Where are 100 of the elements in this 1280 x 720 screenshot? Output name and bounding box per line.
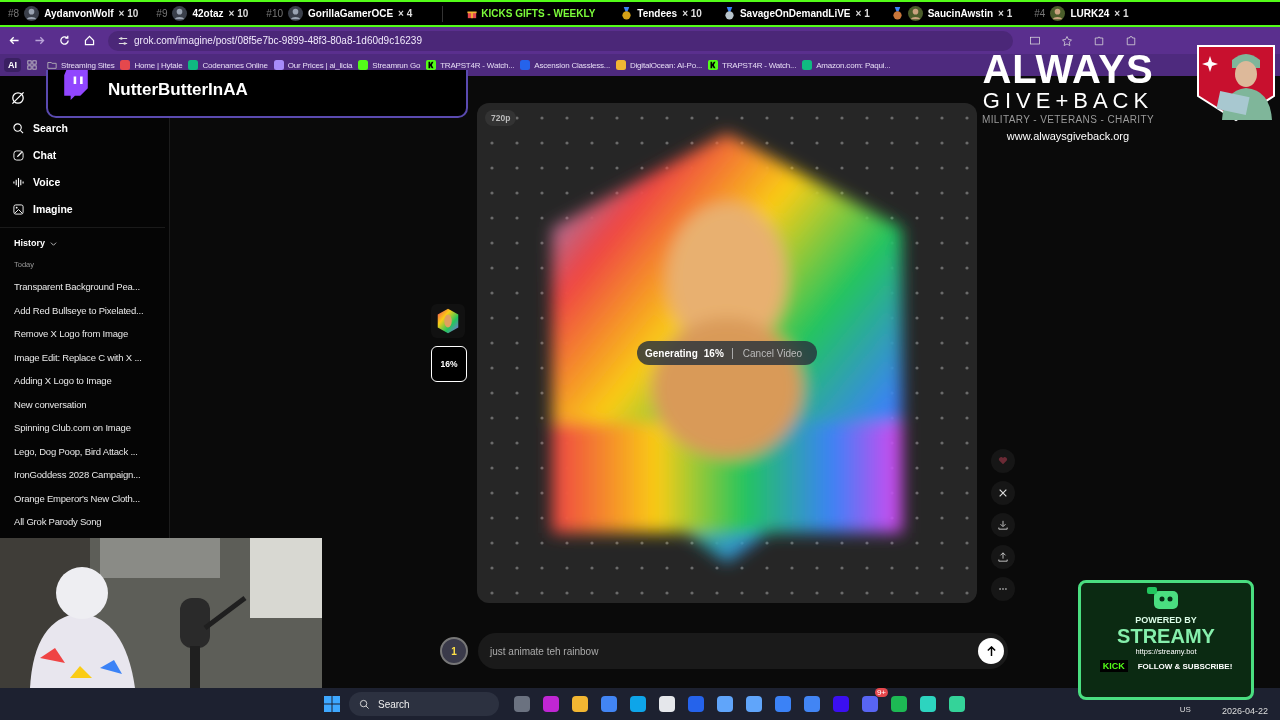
badge-caption: POWERED BY xyxy=(1135,615,1197,625)
bookmark[interactable]: Ascension Classless... xyxy=(520,60,610,70)
medal-icon xyxy=(723,7,735,20)
avatar-icon xyxy=(1050,6,1066,21)
charity-logo-title: ALWAYS xyxy=(982,50,1154,88)
status-label: Generating xyxy=(645,347,698,359)
thumbnail[interactable] xyxy=(431,304,465,338)
history-item[interactable]: Remove X Logo from Image xyxy=(0,322,169,346)
medal-icon xyxy=(891,7,903,20)
favicon-icon xyxy=(273,60,284,70)
star-icon[interactable] xyxy=(1061,34,1073,47)
bookmark[interactable]: Our Prices | ai_licia xyxy=(273,60,353,70)
viewer-name: SaucinAwstin xyxy=(927,8,994,19)
history-item[interactable]: New conversation xyxy=(0,392,169,416)
favicon-icon xyxy=(520,60,531,70)
search-icon xyxy=(13,122,24,134)
charity-tagline: MILITARY - VETERANS - CHARITY xyxy=(981,114,1155,125)
favicon-icon xyxy=(358,60,369,70)
image-icon xyxy=(13,203,24,215)
viewer-name: SavageOnDemandLiVE xyxy=(739,8,851,19)
gift-count: × 1 xyxy=(1114,8,1129,19)
share-button[interactable] xyxy=(991,545,1015,569)
nav-item[interactable]: Imagine xyxy=(13,201,169,217)
x-icon xyxy=(998,488,1008,498)
taskbar-search-field[interactable]: Search xyxy=(349,692,499,716)
bookmark[interactable]: Streaming Sites xyxy=(47,60,115,70)
clock-date[interactable]: 2026-04-22 xyxy=(1221,706,1268,716)
history-item[interactable]: All Grok Parody Song xyxy=(0,510,169,534)
history-item[interactable]: IronGoddess 2028 Campaign... xyxy=(0,463,169,487)
viewer-name: Tendees xyxy=(637,8,678,19)
gift-count: × 10 xyxy=(682,8,702,19)
rank-label: #9 xyxy=(156,8,168,19)
history-item[interactable]: Add Red Bullseye to Pixelated... xyxy=(0,298,169,322)
favicon-icon xyxy=(802,60,813,70)
streamer-name: NutterButterInAA xyxy=(108,80,248,100)
bookmark[interactable]: Streamrun Go xyxy=(358,60,421,70)
windows-start-icon[interactable] xyxy=(324,696,340,712)
bookmark[interactable]: DigitalOcean: AI-Po... xyxy=(615,60,703,70)
kick-icon xyxy=(708,60,719,70)
quality-badge: 720p xyxy=(485,110,517,126)
badge-title: STREAMY xyxy=(1117,625,1215,647)
arrow-up-icon xyxy=(985,645,997,657)
history-item[interactable]: Image Edit: Replace C with X ... xyxy=(0,345,169,369)
history-item[interactable]: Lego, Dog Poop, Bird Attack ... xyxy=(0,439,169,463)
ai-button[interactable]: AI xyxy=(4,58,21,72)
download-button[interactable] xyxy=(991,513,1015,537)
nav-item[interactable]: Search xyxy=(13,120,169,136)
grok-logo-icon[interactable] xyxy=(10,90,26,106)
bookmark[interactable]: Amazon.com: Paqui... xyxy=(802,60,891,70)
nav-item[interactable]: Voice xyxy=(13,174,169,190)
viewer-name: 42otaz xyxy=(192,8,224,19)
forward-icon[interactable] xyxy=(33,34,46,47)
gift-count: × 1 xyxy=(855,8,870,19)
home-icon[interactable] xyxy=(83,34,96,47)
rank-label: #10 xyxy=(266,8,283,19)
search-icon xyxy=(359,698,370,710)
bookmark[interactable]: Codenames Online xyxy=(188,60,268,70)
avatar-icon xyxy=(907,6,923,21)
leaderboard-title: KICKS GIFTS - WEEKLY xyxy=(481,8,596,19)
x-share-button[interactable] xyxy=(991,481,1015,505)
edit-icon xyxy=(13,149,24,161)
send-button[interactable] xyxy=(978,638,1004,664)
language-indicator[interactable]: US xyxy=(1179,704,1191,714)
gift-count: × 1 xyxy=(998,8,1013,19)
apps-icon[interactable] xyxy=(27,60,37,70)
viewer-name: AydanvonWolf xyxy=(44,8,114,19)
viewer-name: GorillaGamerOCE xyxy=(308,8,394,19)
history-item[interactable]: Adding X Logo to Image xyxy=(0,369,169,393)
bookmark[interactable]: TRAPST4R - Watch... xyxy=(426,60,515,70)
favicon-icon xyxy=(120,60,131,70)
avatar-icon xyxy=(24,6,40,21)
history-item[interactable]: Transparent Background Pea... xyxy=(0,275,169,299)
gift-count: × 4 xyxy=(398,8,413,19)
back-icon[interactable] xyxy=(8,34,21,47)
bookmark[interactable]: TRAPST4R - Watch... xyxy=(708,60,797,70)
progress-label: 16% xyxy=(703,347,733,359)
charity-logo-subtitle: GIVE+BACK xyxy=(982,88,1154,114)
chevron-down-icon xyxy=(50,239,57,247)
prompt-field[interactable]: just animate teh rainbow xyxy=(478,633,1008,669)
follow-label: FOLLOW & SUBSCRIBE! xyxy=(1137,661,1233,671)
avatar-badge: 1 xyxy=(440,637,468,665)
nav-item[interactable]: Chat xyxy=(13,147,169,163)
viewer-name: LURK24 xyxy=(1070,8,1110,19)
site-settings-icon[interactable] xyxy=(118,35,128,46)
cancel-video-button[interactable]: Cancel Video xyxy=(738,347,803,359)
heart-icon xyxy=(998,456,1008,466)
history-item[interactable]: Spinning Club.com on Image xyxy=(0,416,169,440)
avatar-icon xyxy=(288,6,303,21)
address-field[interactable]: grok.com/imagine/post/08f5e7bc-9899-48f3-80a8-1d60d9c16239 xyxy=(108,30,1013,51)
history-toggle[interactable]: History xyxy=(12,236,59,250)
gift-count: × 10 xyxy=(228,8,249,19)
progress-button[interactable]: 16% xyxy=(431,346,467,382)
favicon-icon xyxy=(615,60,626,70)
gift-count: × 10 xyxy=(118,8,139,19)
bookmark[interactable]: Home | Hytale xyxy=(120,60,183,70)
rank-label: #4 xyxy=(1034,8,1046,19)
rank-label: #8 xyxy=(8,8,20,19)
history-item[interactable]: Orange Emperor's New Cloth... xyxy=(0,486,169,510)
twitch-icon xyxy=(62,70,90,100)
reload-icon[interactable] xyxy=(58,34,71,47)
